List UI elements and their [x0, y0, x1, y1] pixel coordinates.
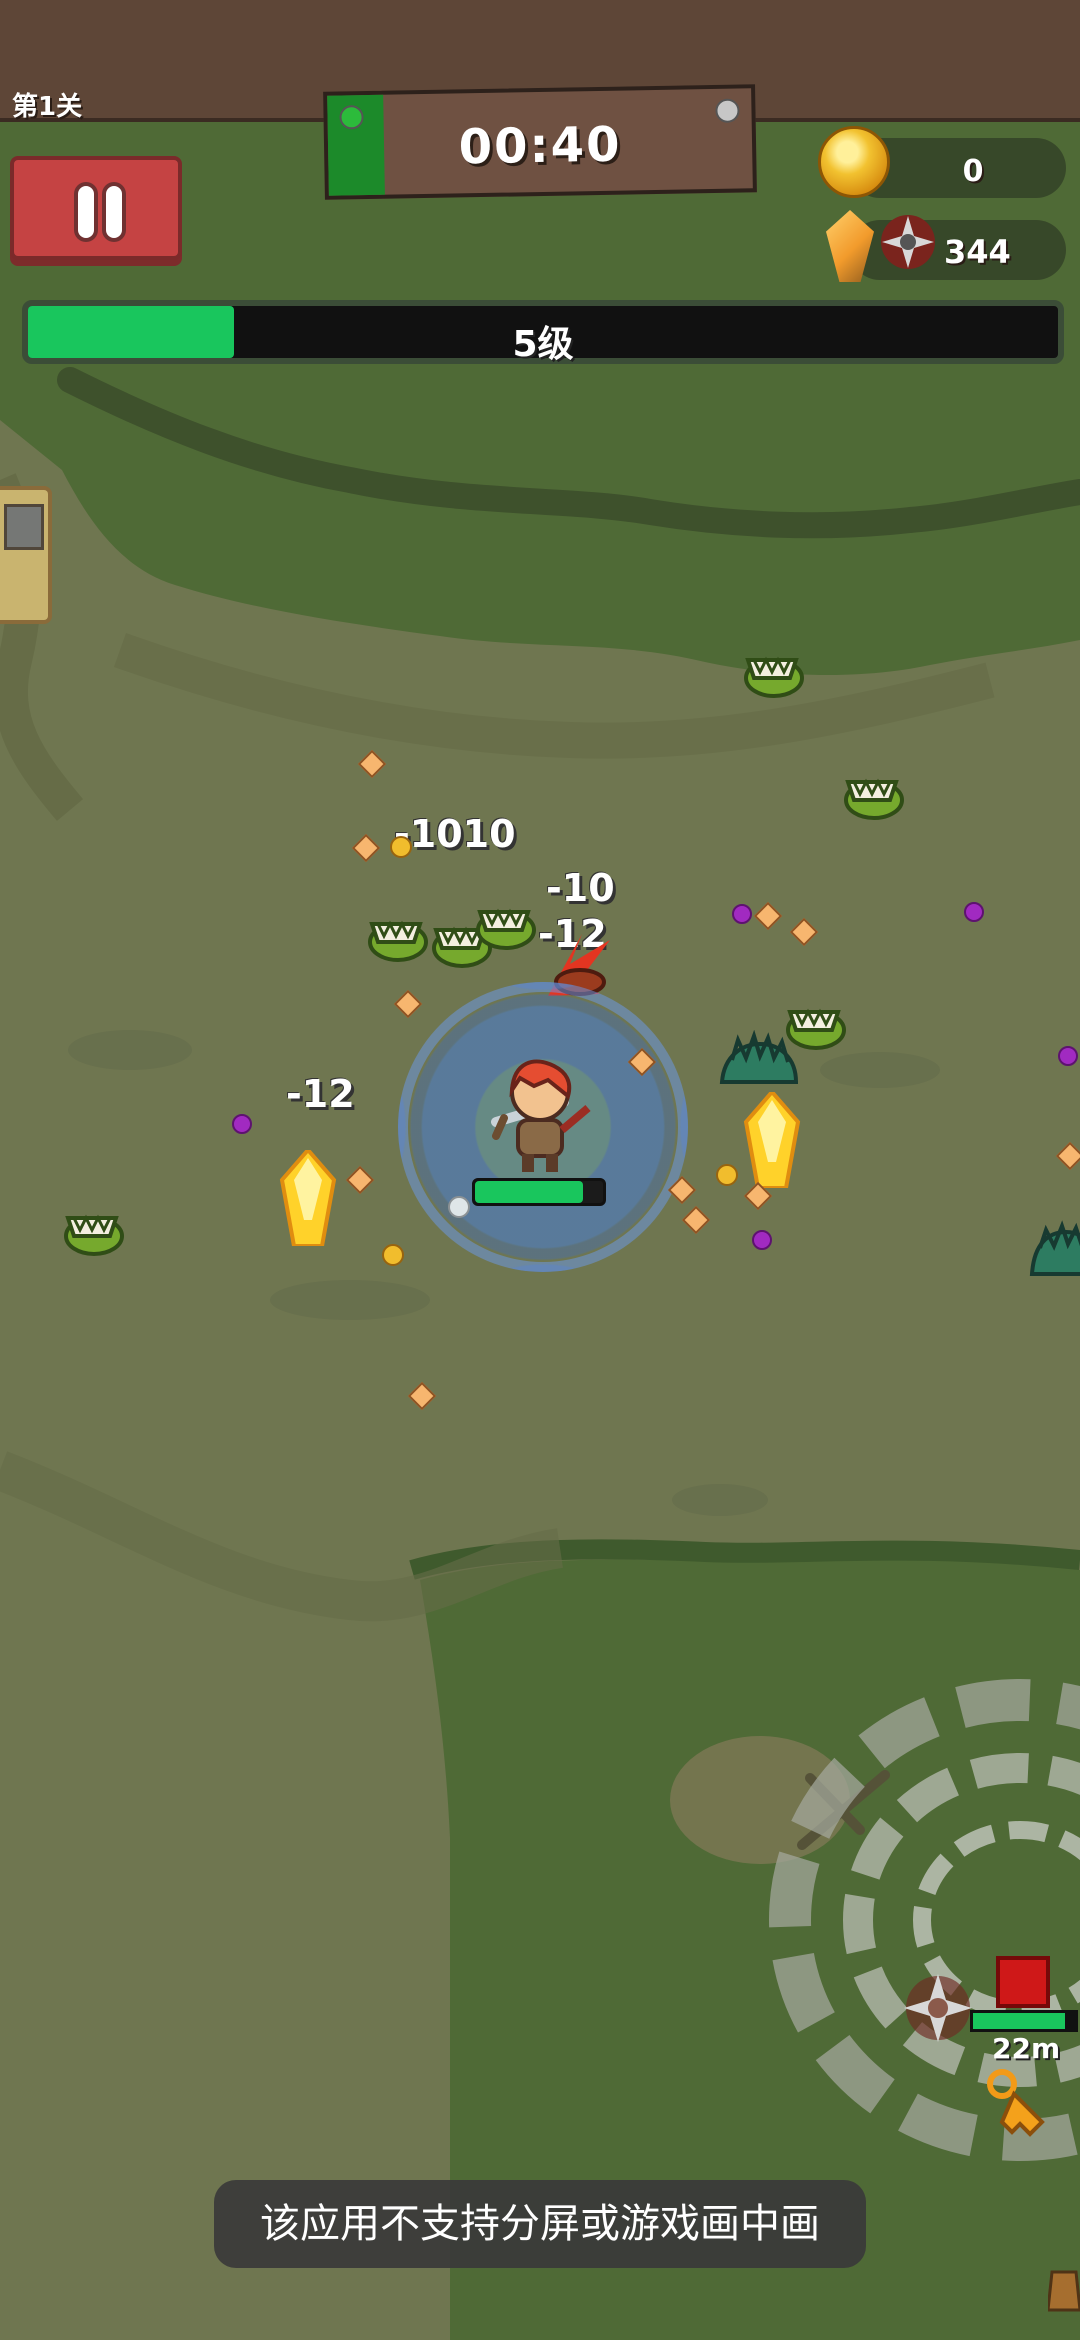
purple-orb-icon [232, 1114, 252, 1134]
timer-text: 00:40 [458, 116, 622, 176]
green-monster-icon [368, 920, 428, 962]
player-health-fill [475, 1181, 583, 1203]
spiky-monster-icon [1029, 1220, 1080, 1276]
boss-distance-bar [970, 2010, 1078, 2032]
fire-crystal-icon [279, 1150, 337, 1246]
gem-count: 344 [944, 233, 1011, 271]
silver-coin-icon [448, 1196, 470, 1218]
coin-count: 0 [962, 154, 984, 189]
purple-orb-icon [732, 904, 752, 924]
shuriken-icon [881, 215, 935, 269]
jar-icon [1048, 2270, 1080, 2312]
damage-number: -12 [286, 1072, 355, 1116]
coin-drop-icon [716, 1164, 738, 1186]
green-monster-icon [64, 1214, 124, 1256]
fire-crystal-icon [743, 1092, 801, 1188]
experience-bar: 5级 [22, 300, 1064, 365]
coin-drop-icon [390, 836, 412, 858]
boss-distance: 22m [992, 2032, 1061, 2065]
boss-distance-fill [973, 2013, 1065, 2029]
purple-orb-icon [964, 902, 984, 922]
green-monster-icon [744, 656, 804, 698]
damage-number: -1010 [394, 812, 516, 856]
level-label: 5级 [512, 324, 574, 365]
device-screen-icon [4, 504, 44, 550]
boss-marker-icon [996, 1956, 1050, 2008]
side-device-icon[interactable] [0, 486, 52, 624]
player-hero-icon [491, 1059, 591, 1172]
player-health-bar [472, 1178, 606, 1206]
timer-board: 00:40 [323, 84, 757, 200]
purple-orb-icon [752, 1230, 772, 1250]
purple-orb-icon [1058, 1046, 1078, 1066]
green-monster-icon [844, 778, 904, 820]
pause-button[interactable] [10, 156, 182, 260]
damage-number: -10 [546, 866, 615, 910]
coin-icon [818, 126, 890, 198]
coin-drop-icon [382, 1244, 404, 1266]
key-icon [987, 2069, 1045, 2137]
pause-icon [74, 186, 126, 238]
system-toast: 该应用不支持分屏或游戏画中画 [214, 2180, 866, 2268]
spiky-monster-icon [719, 1030, 799, 1084]
green-monster-icon [476, 908, 536, 950]
shuriken-icon [904, 1974, 972, 2042]
stage-label: 第1关 [12, 92, 83, 122]
